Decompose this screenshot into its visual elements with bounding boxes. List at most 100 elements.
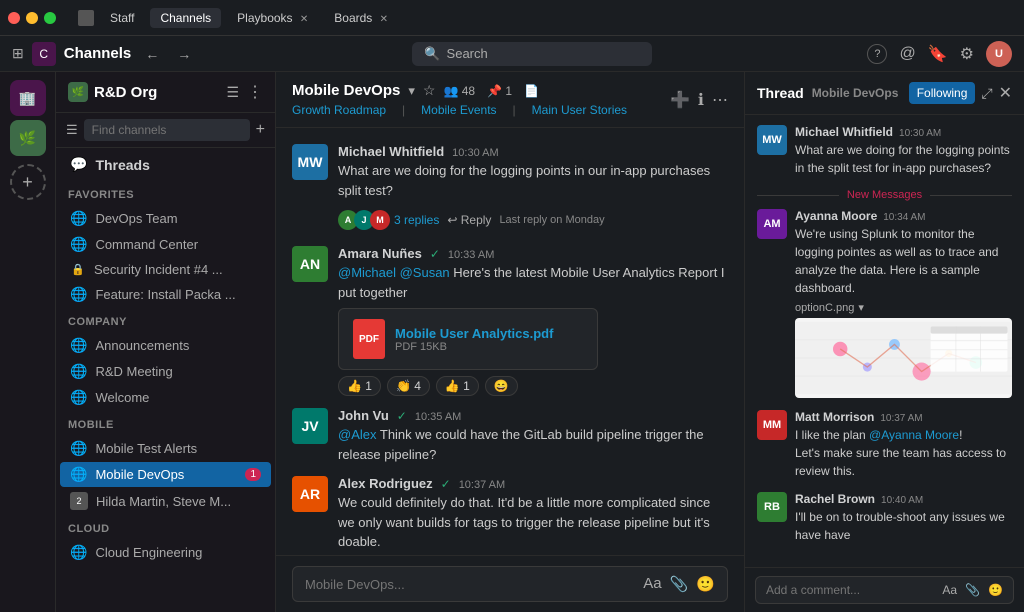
sidebar-item-mobile-test[interactable]: 🌐 Mobile Test Alerts <box>60 436 271 461</box>
company-label: COMPANY <box>56 308 275 332</box>
message-content: Michael Whitfield 10:30 AM What are we d… <box>338 144 728 234</box>
verified-icon: ✓ <box>441 477 451 491</box>
link-growth-roadmap[interactable]: Growth Roadmap <box>292 103 386 117</box>
thread-comment-input[interactable] <box>766 583 936 597</box>
message-text-input[interactable] <box>305 577 635 592</box>
dm-count-icon: 2 <box>70 492 88 510</box>
maximize-dot[interactable] <box>44 12 56 24</box>
add-workspace-button[interactable]: + <box>10 164 46 200</box>
thread-header: Thread Mobile DevOps Following ⤢ ✕ <box>745 72 1024 115</box>
tab-staff[interactable]: Staff <box>100 8 144 28</box>
sidebar-item-rd-meeting[interactable]: 🌐 R&D Meeting <box>60 359 271 384</box>
more-actions-icon[interactable]: ⋯ <box>712 90 728 110</box>
sidebar-item-cloud-engineering[interactable]: 🌐 Cloud Engineering <box>60 540 271 565</box>
format-icon[interactable]: Aa <box>643 575 661 593</box>
grid-icon[interactable]: ⊞ <box>12 45 24 62</box>
sidebar-item-command-center[interactable]: 🌐 Command Center <box>60 232 271 257</box>
tab-playbooks[interactable]: Playbooks ✕ <box>227 8 318 28</box>
thread-original-message: MW Michael Whitfield 10:30 AM What are w… <box>757 125 1012 177</box>
channel-actions: ➕ ℹ ⋯ <box>670 90 728 110</box>
emoji-reaction[interactable]: 👍 1 <box>436 376 479 396</box>
sidebar-item-security[interactable]: 🔒 Security Incident #4 ... <box>60 258 271 281</box>
back-button[interactable]: ← <box>139 44 165 64</box>
help-icon[interactable]: ? <box>867 44 887 64</box>
thread-format-icon[interactable]: Aa <box>942 583 957 597</box>
msg-header: John Vu ✓ 10:35 AM <box>338 408 728 423</box>
tab-boards[interactable]: Boards ✕ <box>324 8 398 28</box>
tab-boards-close[interactable]: ✕ <box>380 14 388 25</box>
pin-count: 📌 1 <box>487 84 512 98</box>
user-avatar[interactable]: U <box>986 41 1012 67</box>
emoji-reaction[interactable]: 👏 4 <box>387 376 430 396</box>
workspace-small-icon: 🌿 <box>68 82 88 102</box>
channel-chevron[interactable]: ▾ <box>408 83 415 99</box>
at-icon[interactable]: @ <box>899 45 915 63</box>
sidebar-scroll: FAVORITES 🌐 DevOps Team 🌐 Command Center… <box>56 181 275 612</box>
thread-title-label: Thread <box>757 85 804 101</box>
channel-header-left: Mobile DevOps ▾ ☆ 👥 48 📌 1 📄 Growth Road… <box>292 82 627 117</box>
file-name[interactable]: Mobile User Analytics.pdf <box>395 326 553 341</box>
add-channel-icon[interactable]: + <box>256 121 265 139</box>
bookmark-icon[interactable]: 🔖 <box>928 44 948 64</box>
sidebar-item-announcements[interactable]: 🌐 Announcements <box>60 333 271 358</box>
thread-msg-header: Michael Whitfield 10:30 AM <box>795 125 1012 139</box>
link-main-stories[interactable]: Main User Stories <box>532 103 627 117</box>
tab-channels[interactable]: Channels <box>150 8 221 28</box>
filter-icon[interactable]: ☰ <box>226 84 239 101</box>
emoji-reaction[interactable]: 😄 <box>485 376 518 396</box>
thread-msg-author: Michael Whitfield <box>795 125 893 139</box>
globe-icon: 🌐 <box>70 389 87 406</box>
thread-attach-icon[interactable]: 📎 <box>965 583 980 597</box>
sidebar-item-feature[interactable]: 🌐 Feature: Install Packa ... <box>60 282 271 307</box>
topbar-actions: ? @ 🔖 ⚙ U <box>867 41 1012 67</box>
tab-playbooks-close[interactable]: ✕ <box>300 14 308 25</box>
thread-msg-text: I'll be on to trouble-shoot any issues w… <box>795 508 1012 544</box>
sidebar-item-devops-team[interactable]: 🌐 DevOps Team <box>60 206 271 231</box>
search-bar[interactable]: 🔍 Search <box>412 42 652 66</box>
thread-panel: Thread Mobile DevOps Following ⤢ ✕ MW Mi… <box>744 72 1024 612</box>
thread-msg-header: Matt Morrison 10:37 AM <box>795 410 1012 424</box>
reply-count[interactable]: 3 replies <box>394 213 439 227</box>
doc-icon[interactable]: 📄 <box>524 84 539 98</box>
thread-expand-icon[interactable]: ⤢ <box>981 85 992 102</box>
settings-icon[interactable]: ⚙ <box>960 44 974 64</box>
dropdown-icon[interactable]: ▾ <box>858 301 864 314</box>
sidebar-item-mobile-devops[interactable]: 🌐 Mobile DevOps 1 <box>60 462 271 487</box>
message-input-box: Aa 📎 🙂 <box>292 566 728 602</box>
sidebar-item-dm[interactable]: 2 Hilda Martin, Steve M... <box>60 488 271 514</box>
reply-action[interactable]: ↩ Reply <box>447 213 491 227</box>
thread-msg-text: What are we doing for the logging points… <box>795 141 1012 177</box>
thread-close-icon[interactable]: ✕ <box>999 83 1012 103</box>
add-members-icon[interactable]: ➕ <box>670 90 690 110</box>
thread-input-icons: Aa 📎 🙂 <box>942 583 1003 597</box>
new-messages-label: New Messages <box>847 189 922 201</box>
emoji-reaction[interactable]: 👍 1 <box>338 376 381 396</box>
file-icon: PDF <box>353 319 385 359</box>
sidebar-item-welcome[interactable]: 🌐 Welcome <box>60 385 271 410</box>
sidebar-item-label: Mobile Test Alerts <box>95 441 197 456</box>
attach-icon[interactable]: 📎 <box>670 575 689 593</box>
link-mobile-events[interactable]: Mobile Events <box>421 103 496 117</box>
message-row: MW Michael Whitfield 10:30 AM What are w… <box>292 140 728 238</box>
workspace-icon-alt[interactable]: 🌿 <box>10 120 46 156</box>
thread-reply: RB Rachel Brown 10:40 AM I'll be on to t… <box>757 492 1012 544</box>
emoji-icon[interactable]: 🙂 <box>696 575 715 593</box>
sidebar: 🌿 R&D Org ☰ ⋮ ☰ + 💬 Threads FAVORITES 🌐 … <box>56 72 276 612</box>
find-channels-input[interactable] <box>84 119 250 141</box>
thread-input-area: Aa 📎 🙂 <box>745 567 1024 612</box>
msg-text: We could definitely do that. It'd be a l… <box>338 493 728 552</box>
workspace-icon-main[interactable]: 🏢 <box>10 80 46 116</box>
channel-meta: 👥 48 📌 1 📄 <box>443 84 539 98</box>
close-dot[interactable] <box>8 12 20 24</box>
sidebar-item-label: Welcome <box>95 390 149 405</box>
msg-author: Michael Whitfield <box>338 144 444 159</box>
minimize-dot[interactable] <box>26 12 38 24</box>
thread-emoji-icon[interactable]: 🙂 <box>988 583 1003 597</box>
info-icon[interactable]: ℹ <box>698 90 704 110</box>
forward-button[interactable]: → <box>171 44 197 64</box>
thread-msg-text: I like the plan @Ayanna Moore!Let's make… <box>795 426 1012 480</box>
following-button[interactable]: Following <box>909 82 976 104</box>
sidebar-item-threads[interactable]: 💬 Threads <box>60 148 271 181</box>
channel-star[interactable]: ☆ <box>423 82 436 99</box>
sidebar-more-icon[interactable]: ⋮ <box>247 82 263 102</box>
